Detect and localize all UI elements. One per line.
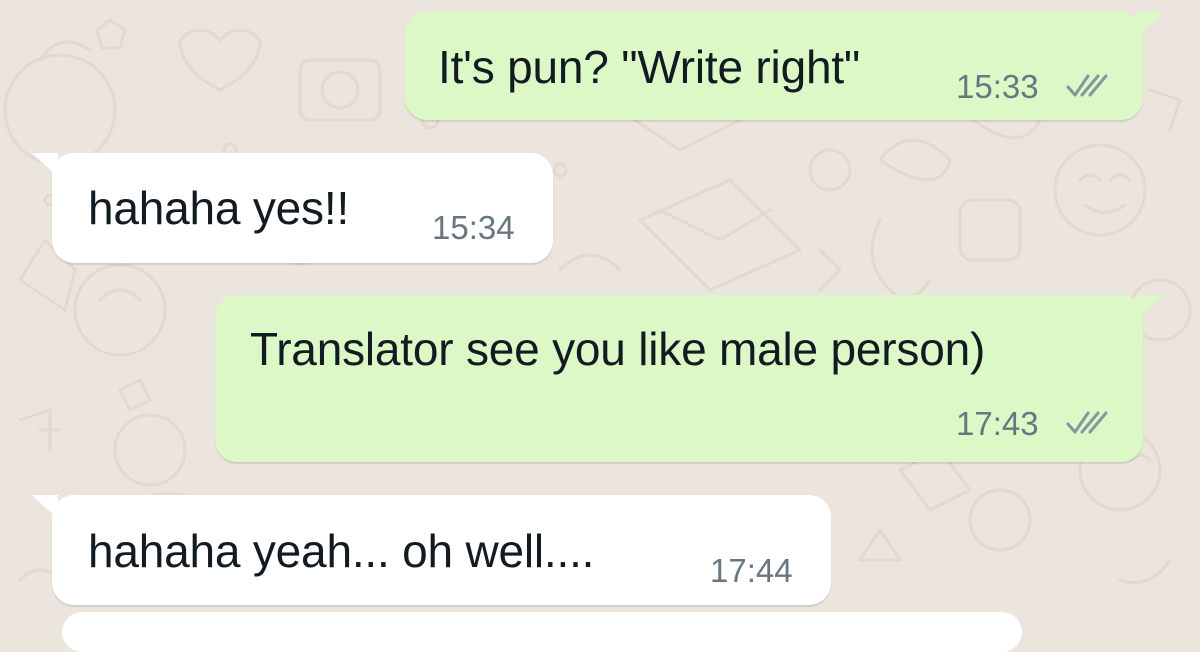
message-time: 15:34 xyxy=(432,209,515,246)
bubble-tail xyxy=(1137,295,1163,319)
message-time: 15:33 xyxy=(956,68,1039,105)
message-bubble-outgoing[interactable]: It's pun? "Write right" 15:33 xyxy=(405,12,1163,120)
message-text: hahaha yes!! xyxy=(88,182,350,234)
message-bubble-incoming[interactable]: hahaha yes!! 15:34 xyxy=(32,153,553,263)
message-text: Translator see you like male person) xyxy=(250,323,986,375)
message-bubble-outgoing[interactable]: Translator see you like male person) 17:… xyxy=(215,295,1163,462)
message-time: 17:44 xyxy=(710,552,793,589)
message-bubble-incoming-partial[interactable] xyxy=(62,612,1022,652)
bubble-tail xyxy=(1137,12,1163,36)
bubble-tail xyxy=(32,153,58,177)
double-check-icon xyxy=(1066,411,1108,434)
double-check-icon xyxy=(1066,74,1108,97)
bubble-tail xyxy=(32,495,58,519)
message-text: It's pun? "Write right" xyxy=(438,41,861,93)
message-time: 17:43 xyxy=(956,405,1039,442)
message-bubble-incoming[interactable]: hahaha yeah... oh well.... 17:44 xyxy=(32,495,831,605)
message-text: hahaha yeah... oh well.... xyxy=(88,525,595,577)
